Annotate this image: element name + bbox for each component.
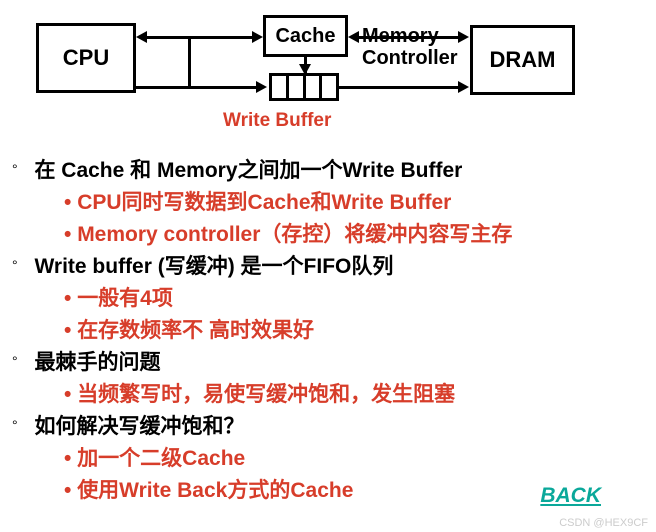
sub-bullet: 在存数频率不 高时效果好 [64, 314, 648, 344]
bullet-marker: ° [12, 161, 30, 177]
bullet-main: 在 Cache 和 Memory之间加一个Write Buffer [34, 159, 462, 182]
content-list: ° 在 Cache 和 Memory之间加一个Write Buffer CPU同… [12, 154, 648, 504]
memory-controller-label: Memory Controller [362, 25, 458, 69]
sub-bullet: 当频繁写时，易使写缓冲饱和，发生阻塞 [64, 378, 648, 408]
dram-box: DRAM [470, 25, 575, 95]
bullet-main: Write buffer (写缓冲) 是一个FIFO队列 [34, 255, 393, 278]
memory-controller-line2: Controller [362, 47, 458, 69]
bullet-main: 如何解决写缓冲饱和？ [34, 415, 244, 438]
cpu-box: CPU [36, 23, 136, 93]
write-buffer-box [269, 73, 339, 101]
watermark: CSDN @HEX9CF [559, 517, 648, 529]
bullet-main: 最棘手的问题 [34, 351, 160, 374]
back-link[interactable]: BACK [540, 484, 601, 508]
bullet-marker: ° [12, 257, 30, 273]
bullet-marker: ° [12, 417, 30, 433]
bullet-marker: ° [12, 353, 30, 369]
cache-box: Cache [263, 15, 348, 57]
memory-hierarchy-diagram: CPU Cache DRAM Memory Controller Write B… [18, 8, 638, 148]
sub-bullet: 一般有4项 [64, 282, 648, 312]
sub-bullet: 加一个二级Cache [64, 442, 648, 472]
write-buffer-label: Write Buffer [223, 110, 331, 132]
sub-bullet: Memory controller（存控）将缓冲内容写主存 [64, 218, 648, 248]
sub-bullet: CPU同时写数据到Cache和Write Buffer [64, 186, 648, 216]
